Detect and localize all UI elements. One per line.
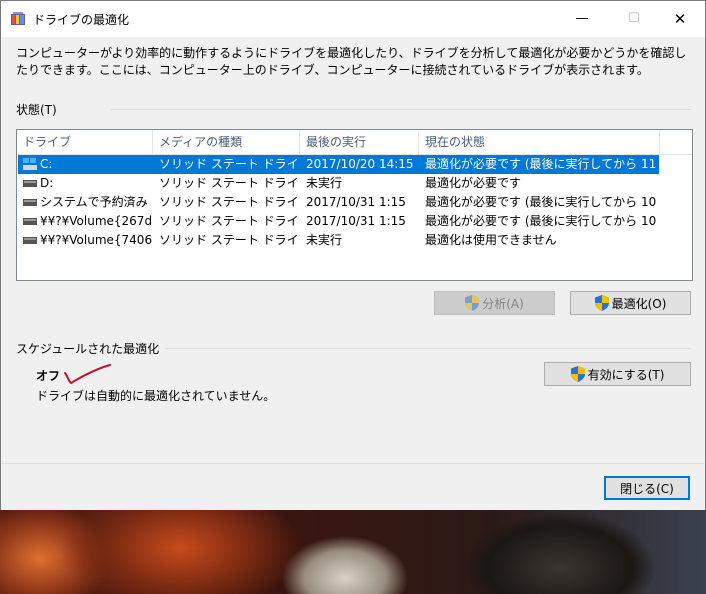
drive-list-header: ドライブ メディアの種類 最後の実行 現在の状態 [17, 130, 692, 155]
optimize-button[interactable]: 最適化(O) [570, 291, 691, 315]
close-window-button[interactable]: ✕ [657, 1, 703, 37]
last-run: 2017/10/31 1:15 [306, 214, 406, 228]
media-type: ソリッド ステート ドライブ [159, 214, 299, 228]
current-status: 最適化が必要です (最後に実行してから 108 ... [425, 214, 657, 228]
defrag-app-icon [11, 12, 25, 25]
drive-list[interactable]: ドライブ メディアの種類 最後の実行 現在の状態 C: ソリッド ステート ドラ… [16, 129, 693, 281]
current-status: 最適化が必要です (最後に実行してから 119 ... [425, 157, 657, 171]
status-separator [111, 109, 691, 110]
media-type: ソリッド ステート ドライブ [159, 157, 299, 171]
desktop-wallpaper [0, 508, 706, 594]
uac-shield-icon [570, 366, 585, 382]
analyze-button-label: 分析(A) [482, 296, 524, 311]
drive-name: C: [40, 157, 53, 171]
drive-name: D: [40, 176, 54, 190]
schedule-note: ドライブは自動的に最適化されていません。 [36, 389, 276, 403]
schedule-state: オフ [36, 369, 61, 383]
drive-name: ¥¥?¥Volume{74062... [40, 233, 152, 247]
drive-icon [23, 180, 37, 187]
current-status: 最適化が必要です (最後に実行してから 108 ... [425, 195, 657, 209]
maximize-button[interactable]: ☐ [611, 1, 657, 37]
uac-shield-icon [465, 295, 480, 311]
column-header-drive[interactable]: ドライブ [17, 130, 153, 154]
last-run: 2017/10/31 1:15 [306, 195, 406, 209]
drive-icon [23, 218, 37, 225]
drive-icon [23, 199, 37, 206]
optimize-button-label: 最適化(O) [611, 296, 667, 311]
current-status: 最適化は使用できません [425, 233, 557, 247]
close-button[interactable]: 閉じる(C) [604, 476, 690, 500]
analyze-button[interactable]: 分析(A) [434, 291, 555, 315]
drive-icon [23, 237, 37, 244]
drive-name: システムで予約済み [40, 195, 148, 209]
column-header-media-type[interactable]: メディアの種類 [153, 130, 300, 154]
drive-row[interactable]: システムで予約済み ソリッド ステート ドライブ 2017/10/31 1:15… [18, 193, 659, 212]
drive-row[interactable]: D: ソリッド ステート ドライブ 未実行 最適化が必要です [18, 174, 659, 193]
minimize-button[interactable]: — [559, 1, 605, 37]
drive-row[interactable]: ¥¥?¥Volume{267d9... ソリッド ステート ドライブ 2017/… [18, 212, 659, 231]
media-type: ソリッド ステート ドライブ [159, 233, 299, 247]
media-type: ソリッド ステート ドライブ [159, 195, 299, 209]
enable-schedule-button[interactable]: 有効にする(T) [544, 362, 691, 386]
window-title: ドライブの最適化 [33, 13, 130, 27]
description-text: コンピューターがより効率的に動作するようにドライブを最適化したり、ドライブを分析… [16, 46, 687, 77]
title-bar[interactable]: ドライブの最適化 — ☐ ✕ [1, 1, 705, 37]
dialog-footer: 閉じる(C) [1, 463, 705, 510]
scheduled-optimization-label: スケジュールされた最適化 [16, 342, 160, 356]
optimize-drives-window: ドライブの最適化 — ☐ ✕ コンピューターがより効率的に動作するようにドライブ… [0, 0, 706, 510]
current-status: 最適化が必要です [425, 176, 522, 190]
last-run: 未実行 [306, 233, 343, 247]
last-run: 2017/10/20 14:15 [306, 157, 414, 171]
drive-name: ¥¥?¥Volume{267d9... [40, 214, 152, 228]
column-header-current-status[interactable]: 現在の状態 [419, 130, 660, 154]
close-button-label: 閉じる(C) [620, 481, 674, 496]
uac-shield-icon [594, 295, 609, 311]
status-group-label: 状態(T) [16, 103, 57, 117]
column-header-last-run[interactable]: 最後の実行 [300, 130, 419, 154]
handwritten-check-annotation [64, 364, 111, 385]
system-drive-icon [23, 158, 37, 170]
last-run: 未実行 [306, 176, 343, 190]
enable-schedule-button-label: 有効にする(T) [587, 367, 665, 382]
drive-row[interactable]: ¥¥?¥Volume{74062... ソリッド ステート ドライブ 未実行 最… [18, 231, 659, 250]
schedule-separator [166, 348, 691, 349]
media-type: ソリッド ステート ドライブ [159, 176, 299, 190]
drive-row[interactable]: C: ソリッド ステート ドライブ 2017/10/20 14:15 最適化が必… [18, 155, 659, 174]
